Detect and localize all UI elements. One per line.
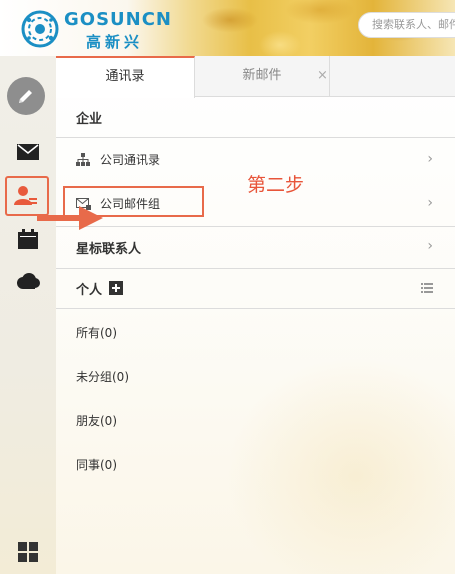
contacts-icon [14, 186, 37, 205]
left-nav-rail [0, 56, 56, 574]
group-friends[interactable]: 朋友(0) [76, 412, 117, 429]
personal-title: 个人 [76, 283, 103, 298]
panel-background-glow [226, 356, 455, 574]
contacts-panel: 通讯录 新邮件 × 企业 公司通讯录 › 公司邮件组 › 星标联系人 › 个人 … [56, 56, 455, 574]
starred-contacts-row[interactable]: 星标联系人 › [56, 227, 455, 269]
pencil-icon [19, 90, 32, 103]
logo-globe-icon [21, 10, 59, 48]
apps-nav-button[interactable] [0, 532, 56, 572]
compose-button[interactable] [7, 77, 45, 115]
close-tab-icon[interactable]: × [317, 56, 331, 96]
logo-text: GOSUNCN [64, 9, 172, 30]
apps-grid-icon [18, 542, 38, 562]
group-ungrouped[interactable]: 未分组(0) [76, 368, 129, 385]
group-all[interactable]: 所有(0) [76, 324, 117, 341]
mail-nav-button[interactable] [0, 132, 56, 172]
mail-icon [17, 144, 39, 160]
cloud-nav-button[interactable] [0, 261, 56, 301]
org-chart-icon [76, 153, 90, 166]
tab-new-mail[interactable]: 新邮件 [195, 56, 330, 97]
enterprise-header: 企业 [56, 97, 455, 138]
logo-chinese-text: 高新兴 [86, 33, 144, 51]
tab-bar: 通讯录 新邮件 × [56, 56, 455, 98]
personal-header: 个人 [56, 269, 455, 309]
chevron-right-icon: › [427, 238, 433, 254]
calendar-icon [18, 229, 38, 249]
tab-contacts[interactable]: 通讯录 [56, 56, 195, 98]
company-directory-label: 公司通讯录 [100, 153, 161, 167]
group-colleagues[interactable]: 同事(0) [76, 456, 117, 473]
list-menu-icon[interactable] [421, 283, 433, 293]
app-header: GOSUNCN 高新兴 搜索联系人、邮件 [0, 0, 455, 56]
search-input[interactable]: 搜索联系人、邮件 [358, 12, 455, 38]
step-arrow-icon [37, 206, 103, 230]
logo[interactable]: GOSUNCN 高新兴 [20, 7, 171, 51]
starred-contacts-title: 星标联系人 [76, 242, 142, 257]
cloud-icon [17, 273, 40, 289]
add-group-icon[interactable] [109, 281, 123, 295]
step-annotation: 第二步 [247, 174, 305, 196]
chevron-right-icon: › [427, 195, 433, 211]
chevron-right-icon: › [427, 151, 433, 167]
enterprise-title: 企业 [76, 112, 103, 127]
